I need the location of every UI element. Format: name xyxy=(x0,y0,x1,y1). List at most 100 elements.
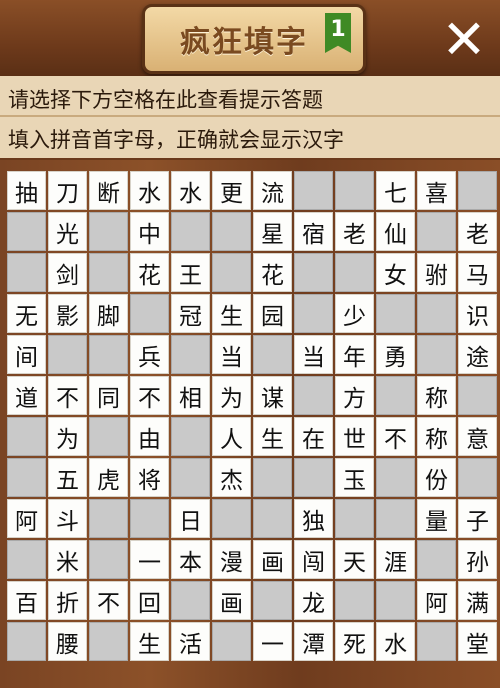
grid-cell-empty[interactable] xyxy=(376,581,415,620)
game-title: 疯狂填字 xyxy=(180,25,308,60)
grid-cell-filled: 为 xyxy=(48,417,87,456)
grid-cell-filled: 七 xyxy=(376,171,415,210)
close-icon[interactable]: ✕ xyxy=(438,13,490,67)
grid-cell-filled: 当 xyxy=(294,335,333,374)
grid-cell-filled: 年 xyxy=(335,335,374,374)
grid-cell-empty[interactable] xyxy=(335,171,374,210)
grid-cell-empty[interactable] xyxy=(294,376,333,415)
grid-cell-empty[interactable] xyxy=(294,171,333,210)
grid-cell-empty[interactable] xyxy=(253,499,292,538)
grid-cell-empty[interactable] xyxy=(7,253,46,292)
grid-cell-empty[interactable] xyxy=(212,212,251,251)
grid-cell-filled: 不 xyxy=(376,417,415,456)
grid-cell-empty[interactable] xyxy=(89,212,128,251)
grid-cell-filled: 识 xyxy=(458,294,497,333)
grid-cell-empty[interactable] xyxy=(458,171,497,210)
grid-cell-filled: 由 xyxy=(130,417,169,456)
grid-cell-empty[interactable] xyxy=(89,499,128,538)
game-title-badge: 疯狂填字 1 xyxy=(142,4,366,74)
grid-cell-empty[interactable] xyxy=(130,499,169,538)
grid-cell-filled: 虎 xyxy=(89,458,128,497)
hint-panel: 请选择下方空格在此查看提示答题 填入拼音首字母，正确就会显示汉字 xyxy=(0,76,500,158)
grid-cell-empty[interactable] xyxy=(212,253,251,292)
grid-cell-filled: 兵 xyxy=(130,335,169,374)
grid-cell-filled: 回 xyxy=(130,581,169,620)
grid-cell-filled: 间 xyxy=(7,335,46,374)
grid-cell-empty[interactable] xyxy=(417,540,456,579)
grid-cell-empty[interactable] xyxy=(335,581,374,620)
grid-cell-filled: 仙 xyxy=(376,212,415,251)
grid-cell-empty[interactable] xyxy=(171,335,210,374)
grid-cell-empty[interactable] xyxy=(212,622,251,661)
grid-cell-empty[interactable] xyxy=(7,458,46,497)
grid-cell-empty[interactable] xyxy=(417,335,456,374)
grid-cell-empty[interactable] xyxy=(171,458,210,497)
grid-cell-empty[interactable] xyxy=(253,581,292,620)
grid-cell-empty[interactable] xyxy=(376,376,415,415)
grid-cell-empty[interactable] xyxy=(376,458,415,497)
grid-cell-empty[interactable] xyxy=(335,499,374,538)
grid-cell-empty[interactable] xyxy=(89,335,128,374)
grid-cell-empty[interactable] xyxy=(7,212,46,251)
grid-cell-filled: 满 xyxy=(458,581,497,620)
grid-cell-filled: 更 xyxy=(212,171,251,210)
grid-cell-empty[interactable] xyxy=(171,581,210,620)
grid-cell-empty[interactable] xyxy=(458,458,497,497)
grid-cell-empty[interactable] xyxy=(89,253,128,292)
grid-cell-filled: 老 xyxy=(458,212,497,251)
grid-cell-filled: 在 xyxy=(294,417,333,456)
grid-cell-empty[interactable] xyxy=(294,294,333,333)
grid-cell-filled: 独 xyxy=(294,499,333,538)
grid-cell-filled: 天 xyxy=(335,540,374,579)
grid-cell-filled: 不 xyxy=(89,581,128,620)
crossword-grid: 抽刀断水水更流七喜光中星宿老仙老剑花王花女驸马无影脚冠生园少识间兵当当年勇途道不… xyxy=(7,171,497,661)
grid-cell-filled: 不 xyxy=(48,376,87,415)
grid-cell-filled: 活 xyxy=(171,622,210,661)
grid-cell-filled: 一 xyxy=(130,540,169,579)
grid-cell-filled: 量 xyxy=(417,499,456,538)
grid-cell-empty[interactable] xyxy=(212,499,251,538)
grid-cell-empty[interactable] xyxy=(294,253,333,292)
grid-cell-empty[interactable] xyxy=(458,376,497,415)
grid-cell-filled: 百 xyxy=(7,581,46,620)
grid-cell-filled: 老 xyxy=(335,212,374,251)
grid-cell-empty[interactable] xyxy=(7,622,46,661)
grid-cell-empty[interactable] xyxy=(7,540,46,579)
grid-cell-filled: 世 xyxy=(335,417,374,456)
grid-cell-empty[interactable] xyxy=(417,622,456,661)
grid-cell-filled: 杰 xyxy=(212,458,251,497)
grid-cell-empty[interactable] xyxy=(89,622,128,661)
grid-cell-empty[interactable] xyxy=(417,212,456,251)
grid-cell-empty[interactable] xyxy=(335,253,374,292)
grid-cell-empty[interactable] xyxy=(376,499,415,538)
grid-cell-empty[interactable] xyxy=(417,294,456,333)
grid-cell-empty[interactable] xyxy=(253,458,292,497)
grid-cell-empty[interactable] xyxy=(89,540,128,579)
grid-cell-empty[interactable] xyxy=(171,212,210,251)
grid-cell-filled: 一 xyxy=(253,622,292,661)
grid-cell-empty[interactable] xyxy=(130,294,169,333)
grid-cell-empty[interactable] xyxy=(294,458,333,497)
grid-cell-filled: 潭 xyxy=(294,622,333,661)
grid-cell-filled: 王 xyxy=(171,253,210,292)
grid-cell-empty[interactable] xyxy=(7,417,46,456)
hint-line-1: 请选择下方空格在此查看提示答题 xyxy=(8,88,323,112)
grid-cell-filled: 女 xyxy=(376,253,415,292)
grid-cell-filled: 画 xyxy=(212,581,251,620)
grid-cell-empty[interactable] xyxy=(376,294,415,333)
grid-cell-filled: 花 xyxy=(253,253,292,292)
grid-cell-filled: 生 xyxy=(212,294,251,333)
grid-cell-empty[interactable] xyxy=(89,417,128,456)
grid-cell-empty[interactable] xyxy=(48,335,87,374)
grid-cell-filled: 阿 xyxy=(417,581,456,620)
grid-cell-empty[interactable] xyxy=(253,335,292,374)
grid-cell-filled: 水 xyxy=(171,171,210,210)
grid-cell-filled: 影 xyxy=(48,294,87,333)
hint-line-2: 填入拼音首字母，正确就会显示汉字 xyxy=(8,128,344,152)
grid-cell-filled: 中 xyxy=(130,212,169,251)
grid-cell-filled: 堂 xyxy=(458,622,497,661)
grid-cell-empty[interactable] xyxy=(171,417,210,456)
grid-cell-filled: 人 xyxy=(212,417,251,456)
grid-cell-filled: 园 xyxy=(253,294,292,333)
grid-cell-filled: 日 xyxy=(171,499,210,538)
